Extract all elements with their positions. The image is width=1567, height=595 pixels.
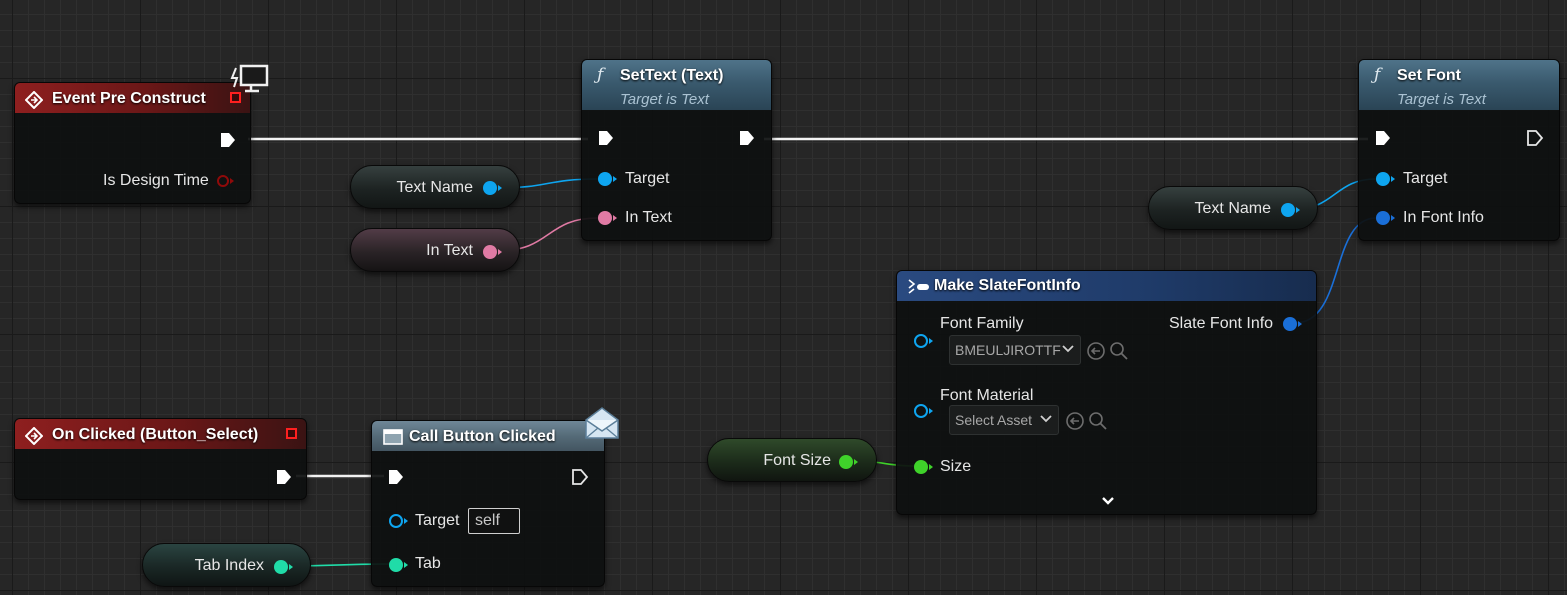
exec-output-pin-empty[interactable] <box>571 468 589 486</box>
slate-font-info-pin-arrow <box>1298 321 1302 327</box>
font-material-value: Select Asset <box>955 412 1033 428</box>
event-icon <box>25 427 43 445</box>
font-material-label: Font Material <box>940 387 1034 404</box>
on-clicked-title: On Clicked (Button_Select) <box>52 426 259 443</box>
on-clicked-button-select-node[interactable]: On Clicked (Button_Select) <box>14 418 307 500</box>
chevron-down-icon <box>1040 415 1052 423</box>
target-label: Target <box>415 512 460 529</box>
font-family-label: Font Family <box>940 315 1024 332</box>
font-material-pin[interactable] <box>914 404 928 418</box>
make-slate-font-info-node[interactable]: Make SlateFontInfo Font Family BMEULJIRO… <box>896 270 1317 515</box>
setfont-node[interactable]: ƒ Set Font Target is Text Target In Font… <box>1358 59 1560 241</box>
size-pin-arrow <box>929 464 933 470</box>
in-font-info-pin-arrow <box>1391 215 1395 221</box>
envelope-message-icon <box>585 407 619 439</box>
tab-pin[interactable] <box>389 558 403 572</box>
slate-font-info-output-label: Slate Font Info <box>1169 315 1274 332</box>
font-size-variable-node[interactable]: Font Size <box>707 438 877 482</box>
text-name-variable-node[interactable]: Text Name <box>350 165 520 209</box>
tab-index-output-pin[interactable] <box>274 560 288 574</box>
slate-font-info-output-pin[interactable] <box>1283 317 1297 331</box>
target-pin[interactable] <box>389 514 403 528</box>
font-family-asset-combo[interactable]: BMEULJIROTTF <box>949 335 1081 365</box>
font-material-pin-arrow <box>929 408 933 414</box>
font-family-value: BMEULJIROTTF <box>955 342 1061 358</box>
event-icon <box>25 91 43 109</box>
function-icon: ƒ <box>1374 65 1381 85</box>
is-design-time-pin[interactable] <box>217 175 229 187</box>
font-material-asset-combo[interactable]: Select Asset <box>949 405 1059 435</box>
text-name-pin-arrow <box>498 185 502 191</box>
exec-output-pin[interactable] <box>738 129 756 147</box>
font-family-pin-arrow <box>929 338 933 344</box>
in-font-info-label: In Font Info <box>1403 209 1484 226</box>
make-slate-font-info-title: Make SlateFontInfo <box>934 277 1081 294</box>
font-size-output-pin[interactable] <box>839 455 853 469</box>
setfont-subtitle: Target is Text <box>1397 91 1486 108</box>
browse-asset-search-icon[interactable] <box>1109 341 1129 361</box>
chevron-down-icon <box>1062 345 1074 353</box>
font-size-label: Font Size <box>763 452 831 469</box>
blueprint-graph-canvas[interactable]: Event Pre Construct Is Design Time ƒ Set… <box>0 0 1567 595</box>
exec-input-pin[interactable] <box>1374 129 1392 147</box>
exec-output-pin[interactable] <box>219 131 237 149</box>
target-pin[interactable] <box>1376 172 1390 186</box>
use-selected-asset-icon[interactable] <box>1065 411 1085 431</box>
window-icon <box>383 429 403 445</box>
function-icon: ƒ <box>597 65 604 85</box>
expand-advanced-chevron-icon[interactable] <box>1100 495 1116 507</box>
exec-output-pin[interactable] <box>275 468 293 486</box>
tab-index-pin-arrow <box>289 564 293 570</box>
event-pre-construct-node[interactable]: Event Pre Construct Is Design Time <box>14 82 251 204</box>
call-button-clicked-title: Call Button Clicked <box>409 428 556 445</box>
tab-index-variable-node[interactable]: Tab Index <box>142 543 311 587</box>
exec-output-pin-empty[interactable] <box>1526 129 1544 147</box>
is-design-time-pin-arrow <box>230 178 234 184</box>
text-name-pin-arrow-2 <box>1296 207 1300 213</box>
text-name-label-2: Text Name <box>1194 200 1271 217</box>
size-pin[interactable] <box>914 460 928 474</box>
in-text-variable-node[interactable]: In Text <box>350 228 520 272</box>
in-text-label: In Text <box>625 209 672 226</box>
target-self-field[interactable]: self <box>468 508 520 534</box>
tab-index-label: Tab Index <box>194 557 264 574</box>
in-text-pin-arrow <box>613 215 617 221</box>
in-text-output-pin[interactable] <box>483 245 497 259</box>
use-selected-asset-icon[interactable] <box>1086 341 1106 361</box>
settext-subtitle: Target is Text <box>620 91 709 108</box>
text-name-label: Text Name <box>396 179 473 196</box>
in-text-var-label: In Text <box>426 242 473 259</box>
make-struct-icon <box>908 279 929 294</box>
delegate-pin-icon[interactable] <box>286 428 297 439</box>
tab-pin-arrow <box>404 562 408 568</box>
font-size-pin-arrow <box>854 459 858 465</box>
settext-title: SetText (Text) <box>620 67 724 84</box>
exec-input-pin[interactable] <box>597 129 615 147</box>
in-font-info-pin[interactable] <box>1376 211 1390 225</box>
target-pin-arrow <box>404 518 408 524</box>
target-pin[interactable] <box>598 172 612 186</box>
font-family-pin[interactable] <box>914 334 928 348</box>
exec-input-pin[interactable] <box>387 468 405 486</box>
client-server-monitor-icon <box>230 64 269 93</box>
text-name-output-pin[interactable] <box>483 181 497 195</box>
target-label: Target <box>1403 170 1448 187</box>
browse-asset-search-icon[interactable] <box>1088 411 1108 431</box>
in-text-pin[interactable] <box>598 211 612 225</box>
setfont-title: Set Font <box>1397 67 1461 84</box>
event-pre-construct-title: Event Pre Construct <box>52 90 206 107</box>
target-pin-arrow <box>613 176 617 182</box>
in-text-var-pin-arrow <box>498 249 502 255</box>
text-name-variable-node-2[interactable]: Text Name <box>1148 186 1318 230</box>
is-design-time-label: Is Design Time <box>103 172 209 189</box>
target-pin-arrow <box>1391 176 1395 182</box>
tab-label: Tab <box>415 555 441 572</box>
call-button-clicked-node[interactable]: Call Button Clicked Target self Tab <box>371 420 605 587</box>
size-label: Size <box>940 458 972 475</box>
target-label: Target <box>625 170 670 187</box>
text-name-output-pin-2[interactable] <box>1281 203 1295 217</box>
settext-node[interactable]: ƒ SetText (Text) Target is Text Target I… <box>581 59 772 241</box>
